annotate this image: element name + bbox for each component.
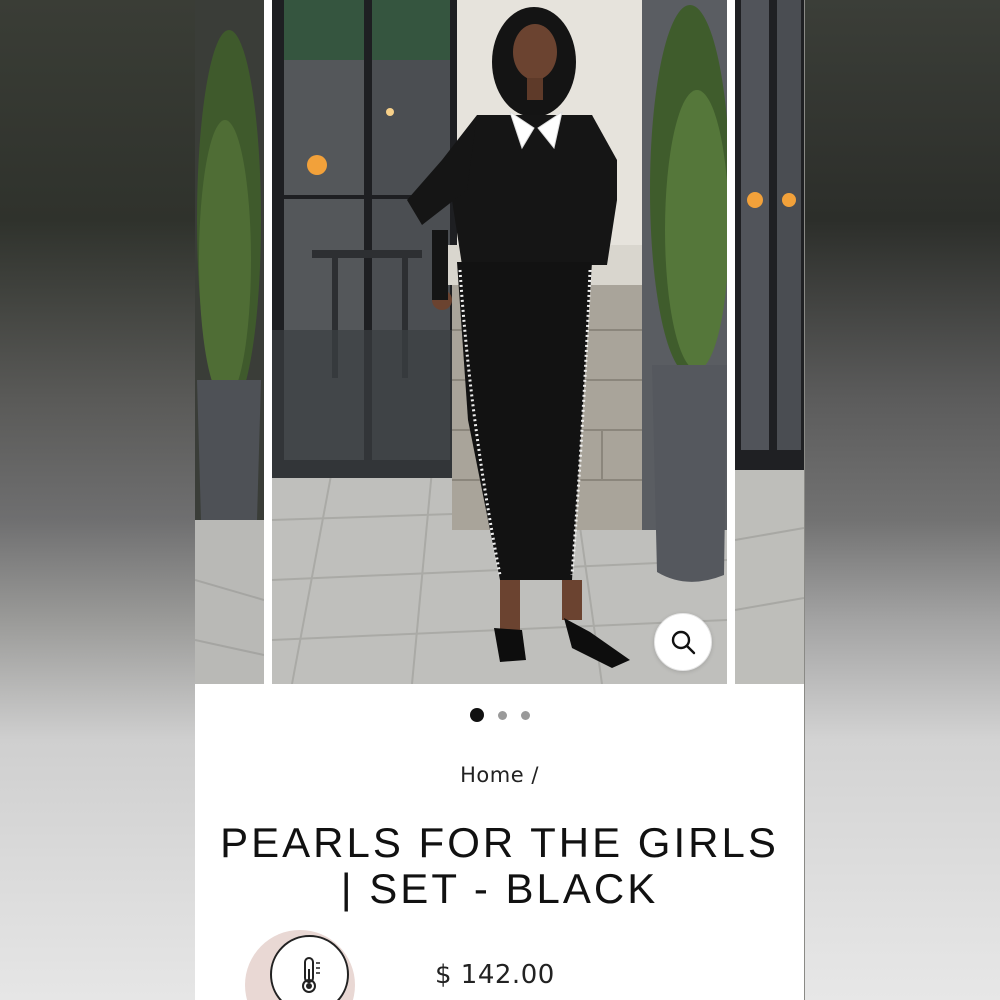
breadcrumb: Home / (195, 763, 804, 787)
thermometer-icon (301, 956, 320, 993)
gallery-slide-main[interactable] (272, 0, 727, 684)
gallery-pagination (195, 707, 804, 723)
product-page: Home / PEARLS FOR THE GIRLS | SET - BLAC… (195, 0, 804, 1000)
pagination-dot-2[interactable] (497, 710, 507, 720)
pagination-dot-3[interactable] (520, 710, 530, 720)
product-image-gallery[interactable] (195, 0, 804, 684)
blurred-backdrop-left (0, 0, 195, 1000)
product-photo-previous (195, 0, 264, 684)
blurred-backdrop-right (805, 0, 1000, 1000)
product-photo-next (735, 0, 804, 684)
product-photo-main (272, 0, 727, 684)
gallery-slide-previous[interactable] (195, 0, 264, 684)
gallery-slide-next[interactable] (735, 0, 804, 684)
product-title: PEARLS FOR THE GIRLS | SET - BLACK (220, 819, 779, 912)
search-icon (671, 630, 696, 655)
breadcrumb-separator: / (531, 763, 539, 787)
product-price: $ 142.00 (435, 960, 555, 990)
pagination-dot-1[interactable] (469, 708, 484, 722)
zoom-button[interactable] (654, 613, 712, 671)
breadcrumb-home-link[interactable]: Home (460, 763, 524, 787)
